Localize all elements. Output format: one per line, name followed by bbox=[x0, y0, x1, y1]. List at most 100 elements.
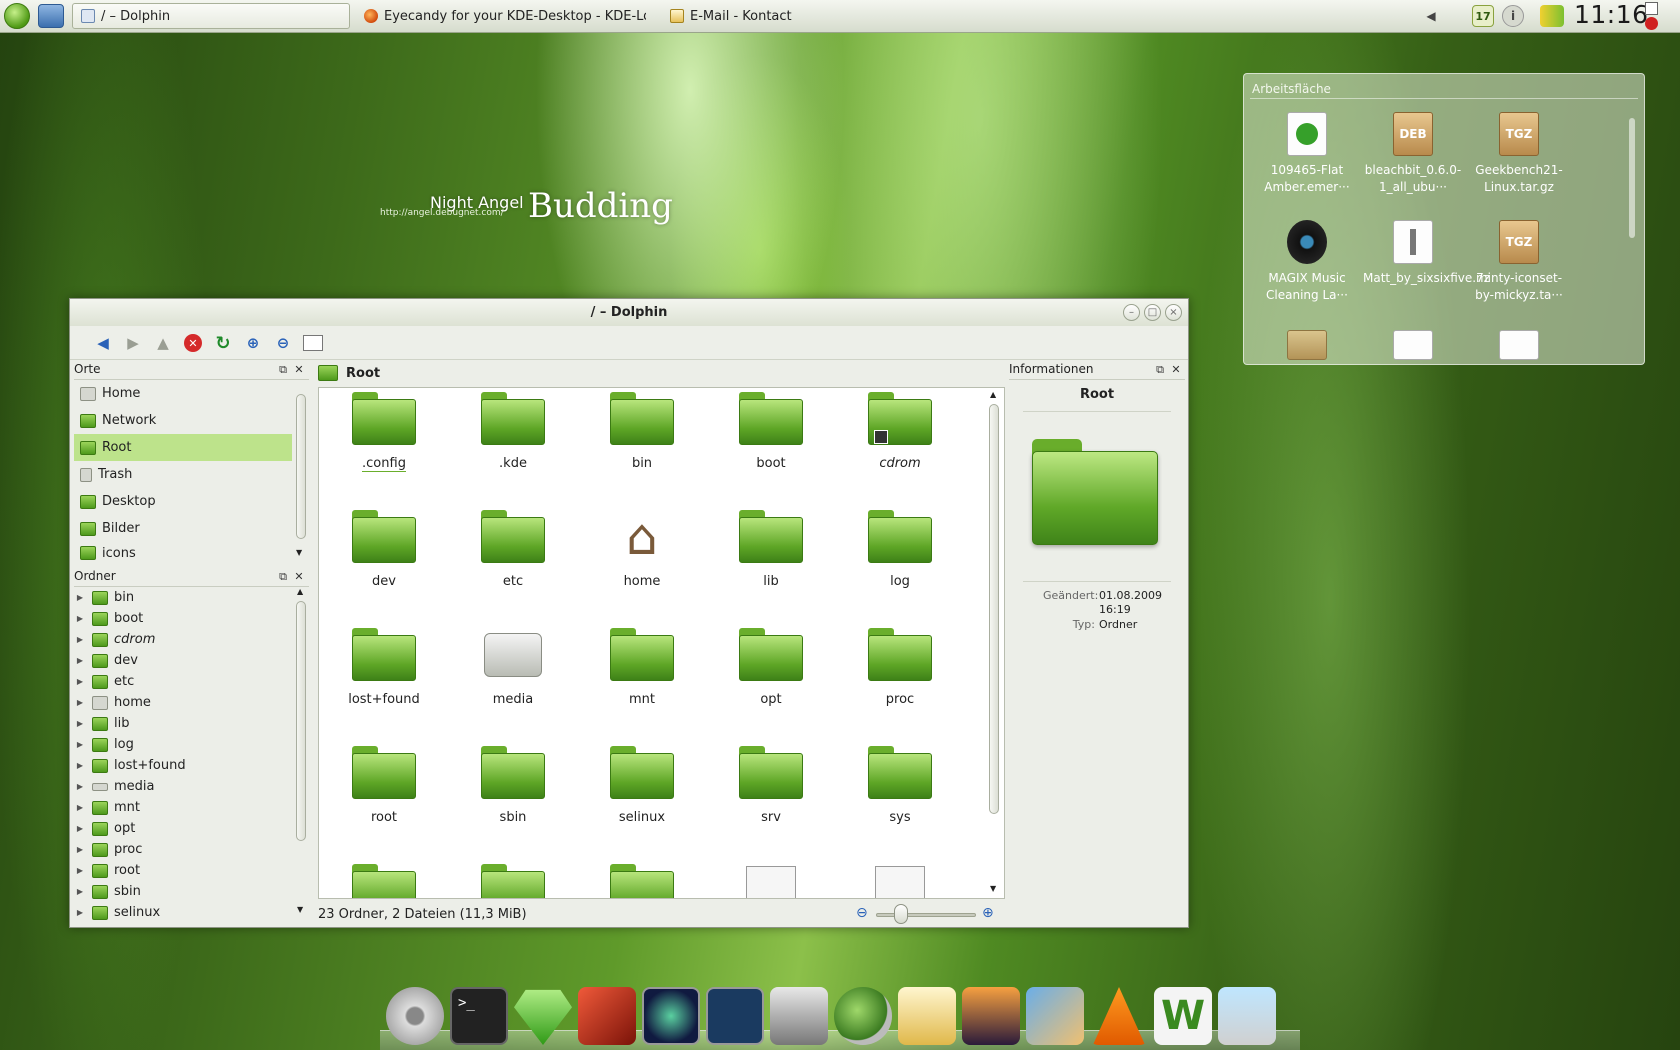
tree-item[interactable]: ▶ media bbox=[74, 776, 292, 797]
scroll-up-arrow-icon[interactable]: ▲ bbox=[297, 587, 303, 596]
undock-icon[interactable]: ⧉ bbox=[276, 363, 290, 377]
file-view[interactable]: .config .kde bin boot cdrom dev etc ⌂ hom… bbox=[318, 387, 1005, 899]
place-root[interactable]: Root bbox=[74, 434, 292, 461]
file-item[interactable]: mnt bbox=[582, 628, 702, 707]
desktop-item[interactable]: TGZ minty-iconset-by-mickyz.ta··· bbox=[1469, 220, 1569, 304]
task-dolphin[interactable]: / – Dolphin bbox=[72, 3, 350, 29]
desktop-item[interactable]: 109465-Flat Amber.emer··· bbox=[1257, 112, 1357, 196]
scroll-down-arrow-icon[interactable]: ▼ bbox=[990, 884, 996, 893]
firewall-icon[interactable] bbox=[770, 987, 828, 1045]
zoom-in-icon[interactable]: ⊕ bbox=[242, 332, 264, 354]
file-item[interactable]: log bbox=[840, 510, 960, 589]
split-view-icon[interactable] bbox=[302, 332, 324, 354]
zoom-out-icon[interactable]: ⊖ bbox=[856, 905, 868, 921]
file-item[interactable] bbox=[711, 864, 831, 898]
place-network[interactable]: Network bbox=[74, 407, 292, 434]
tree-item[interactable]: ▶ lost+found bbox=[74, 755, 292, 776]
file-item[interactable]: .config bbox=[324, 392, 444, 472]
scrollbar-thumb[interactable] bbox=[296, 394, 306, 539]
view-scrollbar[interactable]: ▲ ▼ bbox=[987, 390, 1001, 896]
tree-item[interactable]: ▶ home bbox=[74, 692, 292, 713]
kde-menu-icon[interactable] bbox=[4, 3, 30, 29]
file-item[interactable]: .kde bbox=[453, 392, 573, 471]
file-item[interactable] bbox=[324, 864, 444, 898]
file-item[interactable]: ⌂ home bbox=[582, 510, 702, 589]
tree-item[interactable]: ▶ sbin bbox=[74, 881, 292, 902]
expand-arrow-icon[interactable]: ▶ bbox=[74, 635, 86, 644]
panel-close-icon[interactable]: ✕ bbox=[292, 570, 306, 584]
network-globe-icon[interactable] bbox=[834, 987, 892, 1045]
expand-arrow-icon[interactable]: ▶ bbox=[74, 824, 86, 833]
vlc-icon[interactable] bbox=[1092, 987, 1146, 1045]
word-processor-icon[interactable]: W bbox=[1154, 987, 1212, 1045]
tree-item[interactable]: ▶ opt bbox=[74, 818, 292, 839]
up-arrow-icon[interactable]: ▲ bbox=[152, 332, 174, 354]
location-bar[interactable]: Root bbox=[318, 361, 1005, 385]
tree-item[interactable]: ▶ etc bbox=[74, 671, 292, 692]
info-icon[interactable]: i bbox=[1502, 5, 1524, 27]
expand-arrow-icon[interactable]: ▶ bbox=[74, 803, 86, 812]
expand-arrow-icon[interactable]: ▶ bbox=[74, 845, 86, 854]
expand-arrow-icon[interactable]: ▶ bbox=[74, 719, 86, 728]
file-item[interactable]: lib bbox=[711, 510, 831, 589]
system-monitor-icon[interactable] bbox=[706, 987, 764, 1045]
file-item[interactable]: lost+found bbox=[324, 628, 444, 707]
desktop-item[interactable]: TGZ Geekbench21-Linux.tar.gz bbox=[1469, 112, 1569, 196]
zoom-in-icon[interactable]: ⊕ bbox=[982, 905, 994, 921]
desktop-item[interactable]: Matt_by_sixsixfive.7z bbox=[1363, 220, 1490, 287]
logout-icon[interactable] bbox=[1645, 17, 1658, 30]
widget-scrollbar[interactable] bbox=[1626, 104, 1638, 360]
file-item[interactable]: cdrom bbox=[840, 392, 960, 471]
expand-arrow-icon[interactable]: ▶ bbox=[74, 761, 86, 770]
file-item[interactable]: opt bbox=[711, 628, 831, 707]
zoom-slider[interactable] bbox=[876, 913, 976, 917]
display-settings-icon[interactable] bbox=[642, 987, 700, 1045]
place-desktop[interactable]: Desktop bbox=[74, 488, 292, 515]
battery-icon[interactable] bbox=[1540, 5, 1564, 27]
file-item[interactable]: root bbox=[324, 746, 444, 825]
place-icons[interactable]: icons bbox=[74, 542, 292, 560]
back-arrow-icon[interactable]: ◀ bbox=[92, 332, 114, 354]
file-item[interactable] bbox=[840, 864, 960, 898]
update-badge[interactable]: 17 bbox=[1472, 5, 1494, 27]
place-home[interactable]: Home bbox=[74, 380, 292, 407]
tree-item[interactable]: ▶ boot bbox=[74, 608, 292, 629]
file-item[interactable]: sys bbox=[840, 746, 960, 825]
mail-icon[interactable] bbox=[898, 987, 956, 1045]
file-item[interactable]: srv bbox=[711, 746, 831, 825]
lock-screen-icon[interactable] bbox=[1645, 2, 1658, 15]
system-settings-icon[interactable] bbox=[386, 987, 444, 1045]
forward-arrow-icon[interactable]: ▶ bbox=[122, 332, 144, 354]
expand-arrow-icon[interactable]: ▶ bbox=[74, 698, 86, 707]
scroll-down-arrow-icon[interactable]: ▼ bbox=[296, 548, 302, 557]
expand-arrow-icon[interactable]: ▶ bbox=[74, 782, 86, 791]
panel-close-icon[interactable]: ✕ bbox=[1169, 363, 1183, 377]
scrollbar-thumb[interactable] bbox=[296, 601, 306, 841]
image-tool-icon[interactable] bbox=[1026, 987, 1084, 1045]
tree-item[interactable]: ▶ proc bbox=[74, 839, 292, 860]
reload-icon[interactable]: ↻ bbox=[212, 332, 234, 354]
clock[interactable]: 11:16 bbox=[1574, 0, 1649, 29]
file-item[interactable]: bin bbox=[582, 392, 702, 471]
expand-arrow-icon[interactable]: ▶ bbox=[74, 887, 86, 896]
folders-scrollbar[interactable]: ▲ ▼ bbox=[294, 587, 308, 917]
weather-icon[interactable] bbox=[1218, 987, 1276, 1045]
scroll-up-arrow-icon[interactable]: ▲ bbox=[990, 390, 996, 399]
zoom-out-icon[interactable]: ⊖ bbox=[272, 332, 294, 354]
panel-close-icon[interactable]: ✕ bbox=[292, 363, 306, 377]
zoom-slider-handle[interactable] bbox=[894, 904, 908, 924]
task-kontact[interactable]: E-Mail - Kontact bbox=[662, 3, 822, 29]
scrollbar-thumb[interactable] bbox=[1629, 118, 1635, 238]
undock-icon[interactable]: ⧉ bbox=[1153, 363, 1167, 377]
file-item[interactable] bbox=[453, 864, 573, 898]
tree-item[interactable]: ▶ mnt bbox=[74, 797, 292, 818]
expand-arrow-icon[interactable]: ▶ bbox=[74, 614, 86, 623]
file-item[interactable]: media bbox=[453, 628, 573, 707]
show-desktop-icon[interactable] bbox=[38, 4, 64, 28]
headphones-icon[interactable] bbox=[1393, 330, 1433, 360]
tree-item[interactable]: ▶ dev bbox=[74, 650, 292, 671]
desktop-item[interactable]: DEB bleachbit_0.6.0-1_all_ubu··· bbox=[1363, 112, 1463, 196]
minimize-button[interactable]: – bbox=[1123, 304, 1140, 321]
scrollbar-thumb[interactable] bbox=[989, 404, 999, 814]
close-button[interactable]: × bbox=[1165, 304, 1182, 321]
